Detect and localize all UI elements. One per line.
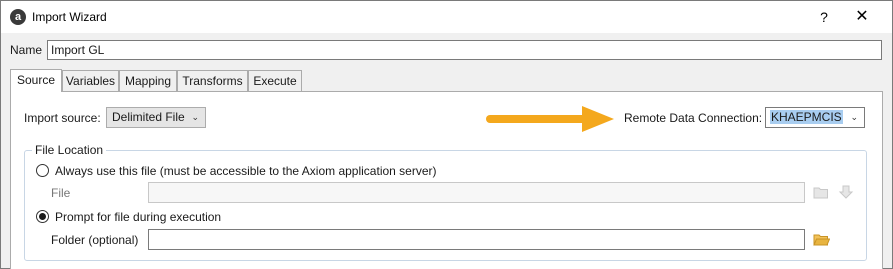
download-icon[interactable] [838, 184, 854, 200]
prompt-for-file-label[interactable]: Prompt for file during execution [55, 210, 221, 224]
remote-data-connection-value: KHAEPMCIS [770, 110, 843, 124]
tab-transforms[interactable]: Transforms [177, 70, 248, 92]
remote-data-connection-label: Remote Data Connection: [624, 111, 763, 125]
remote-data-connection-select[interactable]: KHAEPMCIS ⌄ [765, 107, 865, 128]
import-source-label: Import source: [24, 111, 101, 125]
browse-folder-icon[interactable] [813, 233, 830, 246]
chevron-down-icon: ⌄ [850, 112, 858, 122]
always-use-file-radio[interactable] [36, 164, 49, 177]
always-use-file-label[interactable]: Always use this file (must be accessible… [55, 164, 437, 178]
axiom-app-icon: a [10, 9, 26, 25]
chevron-down-icon: ⌄ [191, 112, 199, 122]
folder-input[interactable] [148, 229, 805, 250]
browse-folder-icon[interactable] [813, 186, 830, 199]
import-source-value: Delimited File [112, 110, 185, 124]
tab-mapping[interactable]: Mapping [119, 70, 177, 92]
close-button[interactable]: ✕ [847, 5, 877, 29]
import-source-select[interactable]: Delimited File ⌄ [106, 107, 206, 128]
file-label: File [51, 186, 71, 200]
window-title: Import Wizard [32, 10, 107, 24]
annotation-arrow-icon [486, 106, 614, 132]
tab-variables[interactable]: Variables [62, 70, 119, 92]
tab-source[interactable]: Source [10, 69, 62, 92]
name-label: Name [10, 43, 43, 57]
file-input[interactable] [148, 182, 805, 203]
name-input[interactable]: Import GL [47, 40, 882, 60]
file-location-legend: File Location [32, 143, 107, 157]
title-bar: a Import Wizard ? ✕ [1, 1, 892, 33]
folder-optional-label: Folder (optional) [51, 233, 139, 247]
prompt-for-file-radio[interactable] [36, 210, 49, 223]
tab-execute[interactable]: Execute [248, 70, 302, 92]
help-button[interactable]: ? [809, 5, 839, 29]
